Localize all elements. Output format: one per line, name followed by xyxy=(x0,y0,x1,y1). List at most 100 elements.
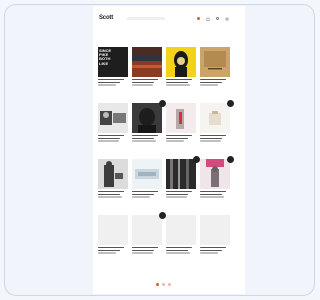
product-artist-line xyxy=(132,81,154,83)
product-cover-image[interactable] xyxy=(132,215,162,245)
product-artist-line xyxy=(132,137,154,139)
product-cover-image[interactable] xyxy=(200,103,230,133)
product-meta xyxy=(200,135,230,142)
product-title-line xyxy=(200,247,226,249)
page-dot-3[interactable] xyxy=(168,283,171,286)
product-title-line xyxy=(200,79,226,81)
product-meta xyxy=(200,247,230,254)
product-label xyxy=(166,143,167,144)
product-title-line xyxy=(166,247,192,249)
product-title-line xyxy=(98,191,124,193)
product-cover-image[interactable] xyxy=(132,47,162,77)
product-card[interactable] xyxy=(132,212,166,271)
product-cover-image[interactable]: SINCE PIKE BOTH LIKE xyxy=(98,47,128,77)
product-grid: SINCE PIKE BOTH LIKE xyxy=(98,47,240,271)
product-title-line xyxy=(98,135,124,137)
product-title-line xyxy=(166,135,192,137)
product-detail-line xyxy=(98,196,122,198)
product-card[interactable] xyxy=(132,159,162,215)
site-logo[interactable]: Scott xyxy=(99,15,114,21)
product-artist-line xyxy=(200,193,222,195)
product-meta xyxy=(166,135,196,142)
product-label xyxy=(200,199,201,200)
product-detail-line xyxy=(166,252,190,254)
product-card[interactable] xyxy=(98,103,128,159)
product-detail-line xyxy=(200,252,218,254)
product-detail-line xyxy=(132,252,153,254)
product-detail-line xyxy=(98,140,119,142)
product-card[interactable]: SINCE PIKE BOTH LIKE xyxy=(98,47,128,103)
product-card[interactable] xyxy=(132,47,162,103)
sale-badge xyxy=(227,100,234,107)
product-cover-image[interactable] xyxy=(132,103,162,133)
product-title-line xyxy=(132,191,158,193)
product-label xyxy=(98,143,99,144)
product-meta xyxy=(132,247,162,254)
page-dot-2[interactable] xyxy=(162,283,165,286)
user-icon[interactable] xyxy=(216,17,219,20)
product-card[interactable] xyxy=(200,100,234,159)
product-artist-line xyxy=(166,81,188,83)
menu-icon[interactable] xyxy=(225,17,229,21)
product-artist-line xyxy=(98,193,120,195)
product-cover-image[interactable] xyxy=(166,103,196,133)
logo-text: Scott xyxy=(99,15,114,21)
product-card[interactable] xyxy=(166,156,200,215)
product-card[interactable] xyxy=(200,215,230,271)
product-meta xyxy=(98,191,128,198)
product-cover-image[interactable] xyxy=(166,159,196,189)
product-detail-line xyxy=(132,140,156,142)
product-detail-line xyxy=(132,84,153,86)
product-label xyxy=(98,87,99,88)
product-card[interactable] xyxy=(200,156,234,215)
page-dot-1[interactable] xyxy=(156,283,159,286)
product-card[interactable] xyxy=(200,47,230,103)
product-artist-line xyxy=(166,193,188,195)
product-cover-image[interactable] xyxy=(98,103,128,133)
cover-title-text: SINCE PIKE BOTH LIKE xyxy=(99,48,112,66)
product-cover-image[interactable] xyxy=(166,215,196,245)
product-card[interactable] xyxy=(98,159,128,215)
product-detail-line xyxy=(200,196,224,198)
sale-badge xyxy=(227,156,234,163)
product-meta xyxy=(132,135,162,142)
product-detail-line xyxy=(200,84,218,86)
product-cover-image[interactable] xyxy=(98,159,128,189)
product-meta xyxy=(98,247,128,254)
product-artist-line xyxy=(98,81,120,83)
cart-icon[interactable] xyxy=(197,17,200,20)
product-title-line xyxy=(132,247,158,249)
product-cover-image[interactable] xyxy=(132,159,162,189)
product-card[interactable] xyxy=(166,47,196,103)
product-meta xyxy=(132,191,162,198)
product-cover-image[interactable] xyxy=(98,215,128,245)
product-card[interactable] xyxy=(98,215,128,271)
product-cover-image[interactable] xyxy=(200,215,230,245)
product-meta xyxy=(132,79,162,86)
product-artist-line xyxy=(132,193,154,195)
product-card[interactable] xyxy=(132,100,166,159)
pagination xyxy=(156,283,171,286)
product-cover-image[interactable] xyxy=(166,47,196,77)
store-page: Scott SINCE PIKE BOTH LIKE xyxy=(93,6,245,294)
product-artist-line xyxy=(98,249,120,251)
product-cover-image[interactable] xyxy=(200,159,230,189)
product-title-line xyxy=(132,79,158,81)
search-input[interactable] xyxy=(127,17,165,20)
product-detail-line xyxy=(166,196,187,198)
sale-badge xyxy=(159,212,166,219)
product-card[interactable] xyxy=(166,103,196,159)
product-artist-line xyxy=(200,81,222,83)
product-card[interactable] xyxy=(166,215,196,271)
product-title-line xyxy=(98,247,124,249)
product-meta xyxy=(166,247,196,254)
sale-badge xyxy=(159,100,166,107)
product-label xyxy=(200,87,201,88)
bag-icon[interactable] xyxy=(206,16,210,21)
product-detail-line xyxy=(98,84,116,86)
product-label xyxy=(200,255,201,256)
product-title-line xyxy=(132,135,158,137)
product-meta xyxy=(98,135,128,142)
product-title-line xyxy=(166,191,192,193)
product-cover-image[interactable] xyxy=(200,47,230,77)
